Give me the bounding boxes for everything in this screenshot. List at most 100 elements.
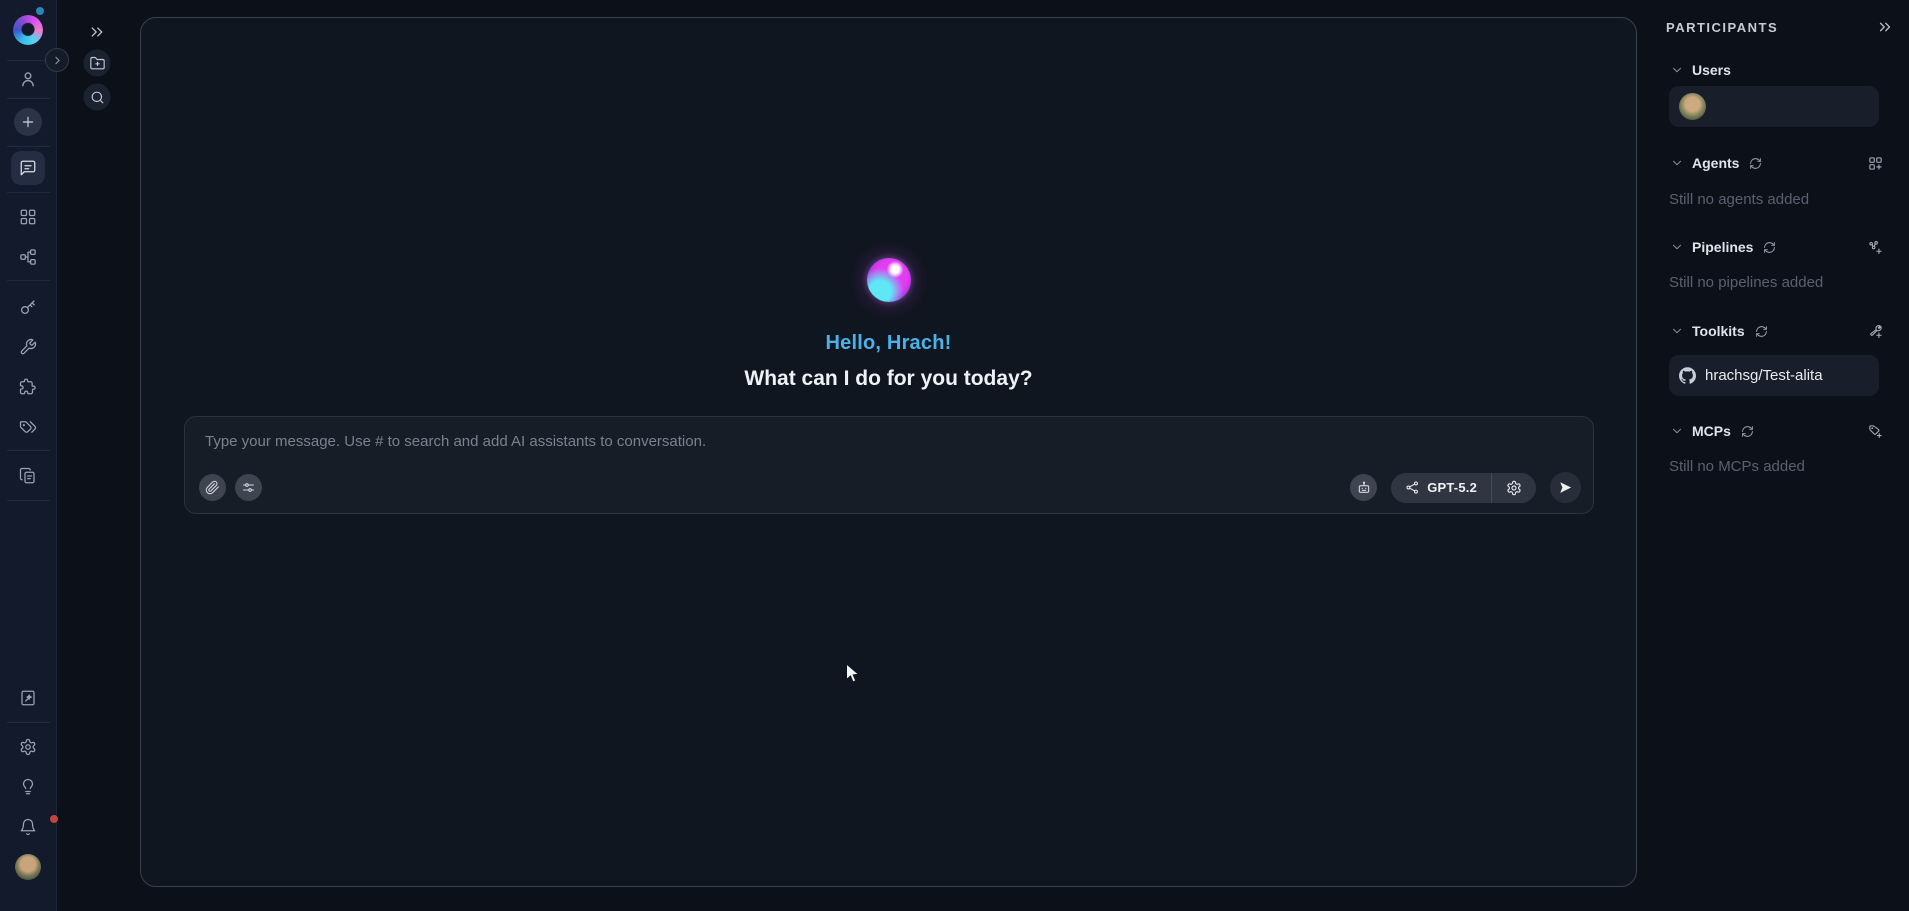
section-pipelines-header[interactable]: Pipelines: [1660, 233, 1893, 261]
sidebar-item-artifacts[interactable]: [19, 467, 37, 485]
composer-toolbar-right: GPT-5.2: [1350, 472, 1581, 503]
chevron-down-icon[interactable]: [1670, 63, 1684, 77]
section-toolkits-label: Toolkits: [1692, 323, 1745, 339]
divider: [7, 450, 50, 451]
key-icon: [19, 298, 37, 316]
bell-icon: [19, 818, 37, 836]
sidebar-item-notifications[interactable]: [0, 818, 56, 836]
sidebar-item-credentials[interactable]: [19, 298, 37, 316]
new-conversation-button[interactable]: [14, 108, 42, 136]
section-toolkits-header[interactable]: Toolkits: [1660, 317, 1893, 345]
app-logo-icon: [13, 15, 43, 45]
sidebar-user-avatar[interactable]: [15, 854, 41, 880]
divider: [7, 280, 50, 281]
search-icon: [89, 89, 105, 105]
chevron-down-icon[interactable]: [1670, 156, 1684, 170]
wrench-plus-icon: [1868, 324, 1883, 339]
notification-badge: [50, 815, 58, 823]
participants-title: PARTICIPANTS: [1666, 20, 1778, 35]
new-folder-button[interactable]: [84, 50, 111, 77]
model-pill: GPT-5.2: [1391, 473, 1536, 503]
add-agent-button[interactable]: [1868, 156, 1883, 171]
send-button[interactable]: [1550, 472, 1581, 503]
divider: [7, 192, 50, 193]
search-button[interactable]: [84, 84, 111, 111]
divider: [7, 146, 50, 147]
section-users-label: Users: [1692, 62, 1731, 78]
mcps-empty-state: Still no MCPs added: [1660, 458, 1805, 475]
section-mcps-header[interactable]: MCPs: [1660, 417, 1893, 445]
sidebar-item-integrations[interactable]: [19, 378, 37, 396]
divider: [7, 722, 50, 723]
share-nodes-icon: [1405, 480, 1420, 495]
toolkit-name: hrachsg/Test-alita: [1705, 367, 1823, 384]
toolkit-row[interactable]: hrachsg/Test-alita: [1669, 355, 1879, 396]
gear-icon: [1506, 480, 1522, 496]
add-pipeline-button[interactable]: [1868, 240, 1883, 255]
refresh-icon[interactable]: [1749, 157, 1762, 170]
add-toolkit-button[interactable]: [1868, 324, 1883, 339]
collapse-panel-button[interactable]: [88, 23, 107, 42]
refresh-icon[interactable]: [1763, 241, 1776, 254]
wrench-icon: [19, 338, 37, 356]
sidebar-item-pipelines[interactable]: [19, 248, 37, 266]
user-avatar: [1679, 93, 1706, 120]
divider: [7, 98, 50, 99]
model-selector[interactable]: GPT-5.2: [1391, 473, 1491, 503]
attach-file-button[interactable]: [199, 474, 226, 501]
sidebar-item-chats[interactable]: [11, 151, 45, 185]
chat-panel: Hello, Hrach! What can I do for you toda…: [140, 17, 1637, 887]
add-mcp-button[interactable]: [1868, 424, 1883, 439]
status-dot: [36, 7, 44, 15]
chevron-down-icon[interactable]: [1670, 324, 1684, 338]
refresh-icon[interactable]: [1741, 425, 1754, 438]
robot-icon: [1356, 480, 1372, 496]
participants-sidebar: PARTICIPANTS Users Agents Still no agent…: [1660, 0, 1909, 911]
sidebar-item-settings[interactable]: [19, 738, 37, 756]
flow-nodes-icon: [19, 248, 37, 266]
collapse-participants-button[interactable]: [1876, 18, 1894, 36]
avatar: [15, 854, 41, 880]
user-row[interactable]: [1669, 86, 1879, 127]
sidebar-item-canvas[interactable]: [19, 689, 37, 707]
model-name: GPT-5.2: [1427, 480, 1477, 495]
pipelines-empty-state: Still no pipelines added: [1660, 274, 1823, 291]
app-logo[interactable]: [13, 15, 43, 45]
sidebar-item-tags[interactable]: [19, 418, 37, 436]
assistant-orb-icon: [867, 258, 911, 302]
model-settings-button[interactable]: [1492, 473, 1536, 503]
grid-icon: [19, 208, 37, 226]
sidebar-expand-handle[interactable]: [45, 48, 69, 72]
github-icon: [1679, 367, 1696, 384]
sidebar-item-ideas[interactable]: [19, 778, 37, 796]
message-input[interactable]: [191, 423, 1587, 459]
paperclip-icon: [205, 480, 220, 495]
user-icon: [19, 70, 38, 89]
chevron-down-icon[interactable]: [1670, 240, 1684, 254]
assistant-robot-button[interactable]: [1350, 474, 1377, 501]
divider: [7, 500, 50, 501]
gear-icon: [19, 738, 37, 756]
grid-plus-icon: [1868, 156, 1883, 171]
folder-plus-icon: [89, 55, 105, 71]
left-sidebar: [0, 0, 57, 911]
double-chevron-right-icon: [1876, 18, 1894, 36]
section-agents-header[interactable]: Agents: [1660, 149, 1893, 177]
section-mcps-label: MCPs: [1692, 423, 1731, 439]
sidebar-item-profile[interactable]: [19, 70, 38, 89]
plus-icon: [20, 114, 36, 130]
sidebar-item-agents[interactable]: [19, 208, 37, 226]
section-agents-label: Agents: [1692, 155, 1739, 171]
composer-settings-button[interactable]: [235, 474, 262, 501]
chevron-down-icon[interactable]: [1670, 424, 1684, 438]
section-pipelines-label: Pipelines: [1692, 239, 1753, 255]
sidebar-item-toolkits[interactable]: [19, 338, 37, 356]
nodes-plus-icon: [1868, 240, 1883, 255]
section-users-header[interactable]: Users: [1660, 56, 1893, 84]
sliders-icon: [241, 480, 256, 495]
refresh-icon[interactable]: [1755, 325, 1768, 338]
double-chevron-right-icon: [88, 23, 107, 42]
greeting-text: Hello, Hrach!: [826, 332, 952, 355]
send-icon: [1558, 480, 1573, 495]
composer-toolbar: GPT-5.2: [199, 472, 1581, 503]
